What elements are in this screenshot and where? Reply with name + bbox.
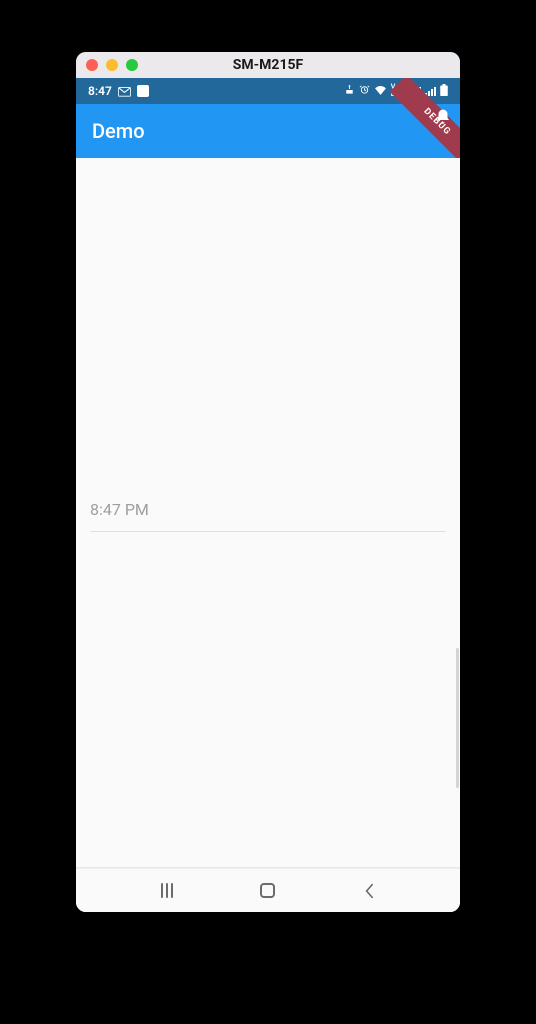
signal-icon (410, 87, 421, 96)
scroll-indicator (456, 648, 459, 788)
traffic-lights (86, 59, 138, 71)
alarm-icon (359, 84, 370, 98)
lte-indicator: VoLTE1 (391, 84, 406, 98)
content-area[interactable]: 8:47 PM (76, 158, 460, 868)
divider (90, 531, 446, 532)
app-bar: Demo (76, 104, 460, 158)
recents-button[interactable] (137, 883, 197, 898)
status-left: 8:47 (88, 84, 149, 98)
update-icon (344, 84, 355, 98)
message-icon (137, 85, 149, 97)
notification-bell-icon (434, 108, 452, 126)
status-time: 8:47 (88, 84, 112, 98)
status-right: VoLTE1 (344, 84, 448, 99)
battery-icon (440, 84, 448, 99)
back-button[interactable] (339, 883, 399, 899)
wifi-icon (374, 84, 387, 98)
close-window-button[interactable] (86, 59, 98, 71)
app-title: Demo (92, 119, 145, 143)
divider (76, 867, 460, 868)
emulator-window: SM-M215F 8:47 VoLTE1 (76, 52, 460, 912)
android-status-bar[interactable]: 8:47 VoLTE1 (76, 78, 460, 104)
maximize-window-button[interactable] (126, 59, 138, 71)
android-nav-bar (76, 868, 460, 912)
minimize-window-button[interactable] (106, 59, 118, 71)
gmail-icon (118, 86, 131, 96)
window-titlebar: SM-M215F (76, 52, 460, 78)
signal-icon-2 (425, 87, 436, 96)
list-item[interactable]: 8:47 PM (90, 500, 446, 532)
time-display: 8:47 PM (90, 500, 446, 531)
home-button[interactable] (238, 883, 298, 898)
device-screen: 8:47 VoLTE1 (76, 78, 460, 912)
